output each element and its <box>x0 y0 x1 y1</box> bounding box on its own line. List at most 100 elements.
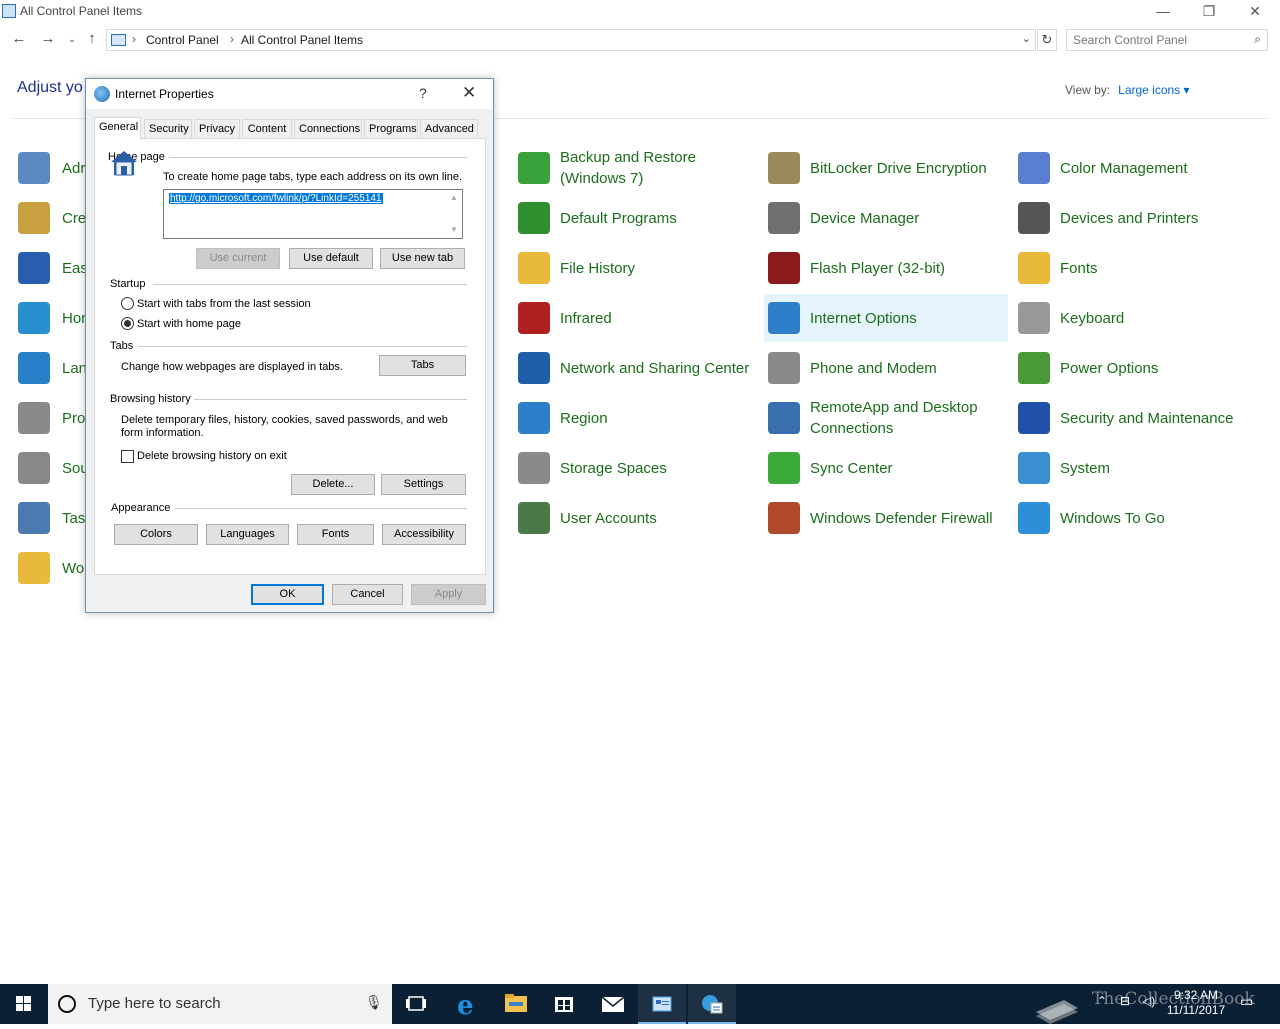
microphone-icon[interactable]: 🎙 <box>365 994 383 1011</box>
home-icon <box>111 151 137 176</box>
cp-item-power-options[interactable]: Power Options <box>1014 344 1258 392</box>
tab-programs[interactable]: Programs <box>364 119 418 139</box>
scrollbar[interactable]: ▲ ▼ <box>447 191 461 237</box>
back-button[interactable]: ← <box>9 30 29 47</box>
control-panel-icon <box>652 996 672 1012</box>
chevron-up-icon[interactable]: ⌃ <box>1097 994 1107 1008</box>
colors-button[interactable]: Colors <box>114 524 198 545</box>
dialog-close-button[interactable]: ✕ <box>462 83 476 103</box>
startup-home-page-radio[interactable] <box>121 317 134 330</box>
minimize-button[interactable]: — <box>1140 0 1186 24</box>
cp-item-phone-and-modem[interactable]: Phone and Modem <box>764 344 1008 392</box>
cp-item-label: Flash Player (32-bit) <box>810 259 946 277</box>
cp-item-internet-options[interactable]: Internet Options <box>764 294 1008 342</box>
cp-item-storage-spaces[interactable]: Storage Spaces <box>514 444 758 492</box>
internet-options-taskbar-button[interactable] <box>688 984 736 1024</box>
help-button[interactable]: ? <box>419 85 427 101</box>
remoteapp-icon <box>768 402 800 434</box>
chevron-right-icon: › <box>230 32 234 46</box>
breadcrumb-all-items[interactable]: All Control Panel Items <box>241 33 363 47</box>
delete-button[interactable]: Delete... <box>291 474 375 495</box>
languages-button[interactable]: Languages <box>206 524 289 545</box>
file-history-icon <box>518 252 550 284</box>
forward-button[interactable]: → <box>38 30 58 47</box>
dialog-tabs: General Security Privacy Content Connect… <box>94 117 486 140</box>
control-panel-taskbar-button[interactable] <box>638 984 686 1024</box>
system-clock[interactable]: 9:32 AM 11/11/2017 <box>1160 988 1232 1018</box>
tab-security[interactable]: Security <box>144 119 192 139</box>
cp-item-default-programs[interactable]: Default Programs <box>514 194 758 242</box>
view-by-label: View by: <box>1065 83 1111 97</box>
use-current-button[interactable]: Use current <box>196 248 280 269</box>
internet-options-icon <box>94 86 110 102</box>
apply-button[interactable]: Apply <box>411 584 486 605</box>
tab-advanced[interactable]: Advanced <box>420 119 478 139</box>
accessibility-button[interactable]: Accessibility <box>382 524 466 545</box>
cp-item-network-and-sharing-center[interactable]: Network and Sharing Center <box>514 344 758 392</box>
breadcrumb-control-panel[interactable]: Control Panel <box>146 33 219 47</box>
cp-item-windows-defender-firewall[interactable]: Windows Defender Firewall <box>764 494 1008 542</box>
cp-item-label: Default Programs <box>560 209 677 227</box>
security-maintenance-icon <box>1018 402 1050 434</box>
cp-item-file-history[interactable]: File History <box>514 244 758 292</box>
tab-content[interactable]: Content <box>242 119 292 139</box>
cp-item-keyboard[interactable]: Keyboard <box>1014 294 1258 342</box>
cp-item-sync-center[interactable]: Sync Center <box>764 444 1008 492</box>
cp-item-windows-to-go[interactable]: Windows To Go <box>1014 494 1258 542</box>
control-panel-item-icon <box>18 452 50 484</box>
cp-item-device-manager[interactable]: Device Manager <box>764 194 1008 242</box>
control-panel-item-icon <box>18 552 50 584</box>
ok-button[interactable]: OK <box>251 584 324 605</box>
network-icon[interactable]: ⊟ <box>1120 994 1130 1008</box>
cp-item-label: Windows To Go <box>1060 509 1165 527</box>
cp-item-region[interactable]: Region <box>514 394 758 442</box>
cp-item-infrared[interactable]: Infrared <box>514 294 758 342</box>
address-bar[interactable]: › Control Panel › All Control Panel Item… <box>106 29 1036 51</box>
cp-item-remoteapp-and-desktop-connections[interactable]: RemoteApp and Desktop Connections <box>764 394 1008 442</box>
volume-icon[interactable]: ◁) <box>1142 994 1155 1008</box>
startup-last-session-radio[interactable] <box>121 297 134 310</box>
cp-item-color-management[interactable]: Color Management <box>1014 144 1258 192</box>
use-new-tab-button[interactable]: Use new tab <box>380 248 465 269</box>
store-button[interactable] <box>540 984 588 1024</box>
restore-button[interactable]: ❐ <box>1186 0 1232 24</box>
view-by-dropdown[interactable]: Large icons ▾ <box>1118 83 1189 97</box>
cp-item-flash-player-32-bit[interactable]: Flash Player (32-bit) <box>764 244 1008 292</box>
control-panel-icon <box>111 34 126 46</box>
chevron-down-icon[interactable]: ⌄ <box>1022 32 1031 45</box>
cp-item-label: System <box>1060 459 1111 477</box>
home-page-url-field[interactable]: http://go.microsoft.com/fwlink/p/?LinkId… <box>163 189 463 239</box>
taskbar-search[interactable]: Type here to search 🎙 <box>48 984 392 1024</box>
tab-privacy[interactable]: Privacy <box>194 119 240 139</box>
tab-connections[interactable]: Connections <box>294 119 362 139</box>
cp-item-system[interactable]: System <box>1014 444 1258 492</box>
mail-button[interactable] <box>589 984 637 1024</box>
book-logo-icon <box>1036 1000 1078 1024</box>
refresh-button[interactable]: ↻ <box>1037 29 1057 51</box>
cp-item-devices-and-printers[interactable]: Devices and Printers <box>1014 194 1258 242</box>
cp-item-fonts[interactable]: Fonts <box>1014 244 1258 292</box>
delete-on-exit-checkbox[interactable] <box>121 450 134 463</box>
file-explorer-button[interactable] <box>492 984 540 1024</box>
cp-item-user-accounts[interactable]: User Accounts <box>514 494 758 542</box>
cp-item-backup-and-restore-windows-7[interactable]: Backup and Restore (Windows 7) <box>514 144 758 192</box>
start-button[interactable] <box>0 984 48 1024</box>
fonts-button[interactable]: Fonts <box>297 524 374 545</box>
edge-button[interactable]: e <box>443 984 491 1024</box>
notifications-icon[interactable]: ▭ <box>1240 993 1253 1010</box>
task-view-button[interactable] <box>392 984 440 1024</box>
cp-item-label: Device Manager <box>810 209 920 227</box>
use-default-button[interactable]: Use default <box>289 248 373 269</box>
tabs-settings-button[interactable]: Tabs <box>379 355 466 376</box>
history-settings-button[interactable]: Settings <box>381 474 466 495</box>
cp-item-security-and-maintenance[interactable]: Security and Maintenance <box>1014 394 1258 442</box>
up-button[interactable]: ↑ <box>82 30 102 47</box>
tab-general[interactable]: General <box>94 117 141 140</box>
taskbar-search-placeholder: Type here to search <box>88 995 221 1012</box>
cp-item-label: Keyboard <box>1060 309 1125 327</box>
close-button[interactable]: ✕ <box>1232 0 1278 24</box>
search-input[interactable]: Search Control Panel ⌕ <box>1066 29 1268 51</box>
recent-locations-button[interactable]: ⌄ <box>62 34 82 45</box>
cancel-button[interactable]: Cancel <box>332 584 403 605</box>
cp-item-bitlocker-drive-encryption[interactable]: BitLocker Drive Encryption <box>764 144 1008 192</box>
